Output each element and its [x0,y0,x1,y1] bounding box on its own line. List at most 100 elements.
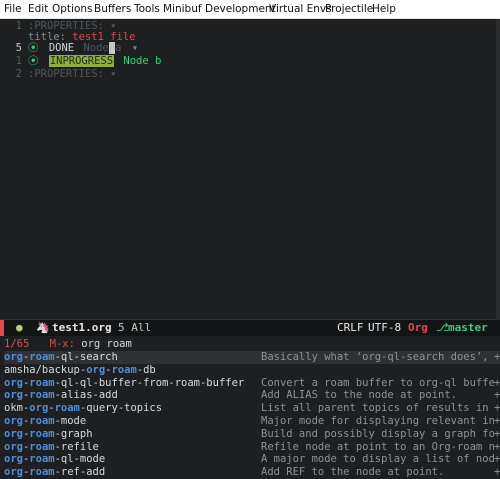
candidate-text: -ql-ql-buffer-from-roam-buffer [54,376,245,389]
candidate-text: -refile [54,440,99,453]
truncation-marker-icon: + [494,466,500,479]
candidate-match: roam [29,351,55,363]
heading-text-tail: a [115,42,122,54]
mode-line: ● 🦄 test1.org 5 All CRLF UTF-8 Org ⎇ mas… [0,319,500,336]
candidate-selected[interactable]: org-roam-ql-search Basically what ‘org-ql… [4,351,500,364]
menu-file[interactable]: File [4,3,22,15]
major-mode[interactable]: Org [408,320,428,336]
candidate-annotation: Major mode for displaying relevant in [261,415,495,427]
candidate-match: roam [29,440,55,453]
truncation-marker-icon: + [494,402,500,415]
heading-text: Node b [123,55,162,67]
candidate-text: -ql-mode [54,453,106,466]
todo-inprogress: INPROGRESS [48,55,115,67]
candidate-annotation: List all parent topics of results in [261,402,489,415]
candidate-match: roam [29,389,55,402]
candidate-row[interactable]: org-roam-ql-mode A major mode to display … [4,453,500,466]
menu-tools[interactable]: Tools [134,3,160,15]
git-branch-icon: ⎇ [436,321,449,334]
candidate-row[interactable]: org-roam-mode Major mode for displaying r… [4,415,500,428]
truncation-marker-icon: + [494,376,500,389]
minibuffer[interactable]: 1/65 M-x: org roam org-roam-ql-search Bas… [0,336,500,478]
candidate-match: org [4,351,23,363]
heading-node-b[interactable]: ⦿ INPROGRESS Node b [28,55,161,68]
candidate-count: 1/65 [4,338,30,350]
line-number: 2 [15,68,22,80]
buffer-name[interactable]: test1.org [52,320,112,336]
candidate-text: okm- [4,402,30,415]
candidate-text: -db [136,363,156,376]
truncation-marker-icon: + [494,351,500,363]
menu-buffers[interactable]: Buffers [94,3,131,15]
candidate-match: roam [29,376,55,389]
menu-edit[interactable]: Edit [28,3,48,15]
candidate-match: roam [111,363,137,376]
todo-done: DONE [48,42,75,54]
candidate-match: roam [29,453,55,466]
candidate-annotation: Add ALIAS to the node at point. [261,389,457,402]
candidate-match: roam [29,466,55,479]
truncation-marker-icon: + [494,389,500,402]
truncation-marker-icon: + [494,415,500,427]
candidate-match: org [4,415,23,427]
candidate-match: org [4,389,23,402]
candidate-row[interactable]: amsha/backup-org-roam-db [4,364,500,377]
line-number: 1 [15,20,22,32]
menu-bar: File Edit Options Buffers Tools Minibuf … [0,0,500,19]
line-number: 1 [15,55,22,67]
candidate-match: org [86,363,106,376]
menu-virtual-envs[interactable]: Virtual Envs [269,3,332,15]
status-dot-icon: ● [16,321,23,334]
candidate-text: -ql-search [54,351,118,363]
candidate-annotation: A major mode to display a list of nod [261,453,495,466]
candidate-text: amsha/backup- [4,363,87,376]
org-unicorn-icon: 🦄 [36,321,50,334]
encoding[interactable]: UTF-8 [368,320,401,336]
candidate-match: org [4,440,23,453]
candidate-row[interactable]: org-roam-ref-add Add REF to the node at p… [4,466,500,479]
truncation-marker-icon: + [494,453,500,466]
candidate-row[interactable]: org-roam-graph Build and possibly display… [4,428,500,441]
candidate-row[interactable]: org-roam-alias-add Add ALIAS to the node … [4,389,500,402]
minibuffer-input[interactable]: org roam [81,338,132,350]
candidate-annotation: Convert a roam buffer to org-ql buffe [261,376,495,389]
candidate-match: roam [54,402,80,415]
editor-buffer[interactable]: 1 :PROPERTIES: ▾ title: test1 file 5 ⦿ D… [0,19,500,319]
candidate-annotation: Add REF to the node at point. [261,466,445,479]
git-branch[interactable]: master [448,320,488,336]
heading-bullet-icon: ⦿ [28,42,39,54]
truncation-marker-icon: + [494,427,500,440]
mx-prompt: M-x: [49,338,75,350]
properties-drawer[interactable]: :PROPERTIES: ▾ [28,68,117,81]
truncation-marker-icon: + [494,440,500,453]
minibuffer-prompt-line: 1/65 M-x: org roam [4,338,500,351]
candidate-match: org [4,453,23,466]
candidate-text: -graph [54,427,93,440]
heading-node-a[interactable]: ⦿ DONE Node a ▾ [28,42,138,55]
candidate-text: -ref-add [54,466,106,479]
fold-arrow-icon[interactable]: ▾ [132,42,138,54]
candidate-match: org [4,466,23,479]
candidate-match: roam [29,427,55,440]
menu-options[interactable]: Options [52,3,93,15]
candidate-annotation: Build and possibly display a graph fo [261,427,495,440]
candidate-annotation: Refile node at point to an Org-roam n [261,440,495,453]
heading-text: Node [83,42,109,54]
editor-scrollbar[interactable] [496,19,500,319]
line-ending[interactable]: CRLF [337,320,364,336]
modeline-edge-indicator [0,320,4,336]
menu-projectile[interactable]: Projectile [325,3,373,15]
candidate-match: org [4,427,23,440]
menu-development[interactable]: Development [205,3,276,15]
candidate-match: org [29,402,49,415]
menu-minibuf[interactable]: Minibuf [163,3,202,15]
candidate-row[interactable]: org-roam-refile Refile node at point to a… [4,441,500,454]
candidate-match: org [4,376,23,389]
candidate-text: -mode [54,415,87,427]
heading-bullet-icon: ⦿ [28,55,39,67]
candidate-text: -alias-add [54,389,118,402]
cursor-position: 5 All [118,321,152,334]
menu-help[interactable]: Help [372,3,396,15]
candidate-row[interactable]: okm-org-roam-query-topics List all parent… [4,402,500,415]
candidate-row[interactable]: org-roam-ql-ql-buffer-from-roam-buffer Co… [4,377,500,390]
